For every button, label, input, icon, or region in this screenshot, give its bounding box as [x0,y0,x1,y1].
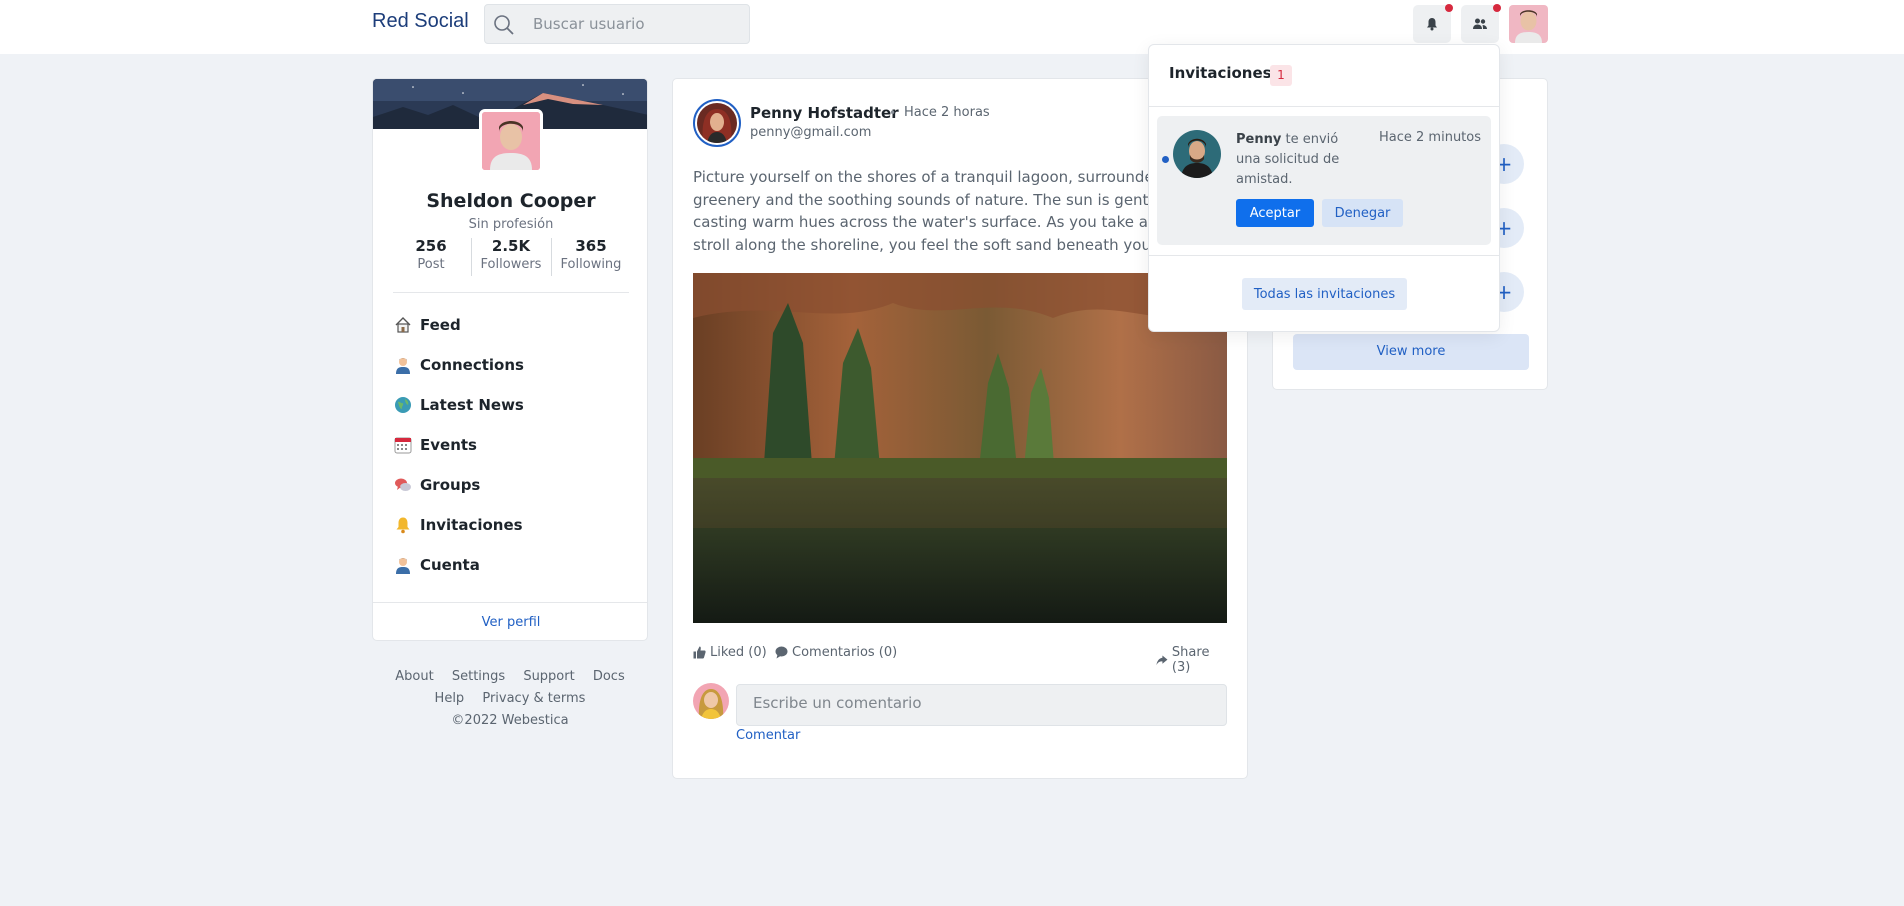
sidebar-item-connections[interactable]: Connections [393,345,629,385]
stat-label: Followers [480,257,542,272]
user-avatar-button[interactable] [1509,5,1548,43]
comment-icon [775,646,788,659]
sidebar-item-events[interactable]: Events [393,425,629,465]
all-invitations-button[interactable]: Todas las invitaciones [1242,278,1407,310]
stat-following: 365 Following [551,234,631,276]
stat-label: Following [560,257,622,272]
stat-value: 2.5K [491,237,531,255]
invitations-dropdown: Invitaciones 1 Penny te envió una solici… [1148,44,1500,332]
footer-link-help[interactable]: Help [435,691,465,706]
friend-requests-dot [1493,4,1501,12]
chat-bubbles-icon [393,475,413,495]
post-actions: Liked (0) Comentarios (0) Share (3) [693,645,1227,675]
view-more-button[interactable]: View more [1293,334,1529,370]
sidebar-item-label: Latest News [420,396,524,414]
share-arrow-icon [1156,654,1168,665]
search-input[interactable] [533,5,743,43]
share-button[interactable]: Share (3) [1156,645,1227,675]
like-button[interactable]: Liked (0) [693,645,767,660]
stat-followers: 2.5K Followers [471,234,551,276]
search-box[interactable] [484,4,750,44]
invitations-count-badge: 1 [1270,65,1292,86]
divider [1149,255,1499,256]
home-icon [393,315,413,335]
avatar [693,683,729,719]
comment-input[interactable] [736,684,1227,726]
accept-button[interactable]: Aceptar [1236,199,1314,227]
divider [1149,106,1499,107]
invitation-avatar[interactable] [1173,130,1221,178]
profile-name: Sheldon Cooper [426,190,596,212]
post-author-avatar[interactable] [693,99,741,147]
footer-link-privacy[interactable]: Privacy & terms [482,691,585,706]
stat-posts: 256 Post [391,234,471,276]
invitation-message: Penny te envió una solicitud de amistad. [1236,130,1366,190]
post-author-email: penny@gmail.com [750,125,872,140]
brand-logo[interactable]: Red Social [372,10,469,33]
thumbs-up-icon [693,646,706,659]
sidebar-item-label: Connections [420,356,524,374]
post-author-name[interactable]: Penny Hofstadter [750,104,899,122]
stat-label: Post [417,257,445,272]
deny-button[interactable]: Denegar [1322,199,1403,227]
separator-dot: • [889,106,897,120]
bell-icon [1427,18,1437,31]
like-label: Liked (0) [710,645,767,660]
avatar [1509,5,1548,43]
profile-avatar[interactable] [479,109,543,173]
sidebar-item-cuenta[interactable]: Cuenta [393,545,629,585]
comment-submit-link[interactable]: Comentar [736,728,800,743]
divider [393,292,629,293]
profile-stats: 256 Post 2.5K Followers 365 Following [391,234,631,276]
bell-icon [393,515,413,535]
view-profile-link[interactable]: Ver perfil [373,602,647,640]
footer-links: About Settings Support Docs Help Privacy… [372,666,648,732]
person-icon [393,355,413,375]
stat-value: 365 [575,237,607,255]
notification-dot [1445,4,1453,12]
sidebar-item-label: Events [420,436,477,454]
globe-icon [393,395,413,415]
avatar [697,103,737,143]
invitation-sender[interactable]: Penny [1236,132,1281,147]
avatar [482,112,540,170]
sidebar-item-invitaciones[interactable]: Invitaciones [393,505,629,545]
dropdown-title: Invitaciones [1169,64,1272,82]
sidebar-item-groups[interactable]: Groups [393,465,629,505]
footer-link-about[interactable]: About [395,669,433,684]
profile-card: Sheldon Cooper Sin profesión 256 Post 2.… [372,78,648,641]
profile-profession: Sin profesión [468,217,554,232]
person-icon [393,555,413,575]
commenter-avatar [693,683,729,719]
sidebar-item-label: Groups [420,476,481,494]
share-label: Share (3) [1171,645,1210,675]
sidebar-item-label: Feed [420,316,461,334]
sidebar-item-latest-news[interactable]: Latest News [393,385,629,425]
footer-link-docs[interactable]: Docs [593,669,625,684]
copyright: ©2022 Webestica [451,713,569,728]
sidebar-item-label: Cuenta [420,556,480,574]
sidebar-item-feed[interactable]: Feed [393,305,629,345]
avatar [1173,130,1221,178]
search-icon [494,15,514,35]
people-icon [1473,18,1487,29]
post-time: Hace 2 horas [904,105,990,120]
stat-value: 256 [415,237,447,255]
sidebar-item-label: Invitaciones [420,516,523,534]
notifications-button[interactable] [1413,4,1453,43]
footer-link-settings[interactable]: Settings [452,669,505,684]
comments-button[interactable]: Comentarios (0) [775,645,897,660]
comments-label: Comentarios (0) [792,645,898,660]
calendar-icon [393,435,413,455]
invitation-item: Penny te envió una solicitud de amistad.… [1157,116,1491,245]
invitation-time: Hace 2 minutos [1379,130,1482,145]
post-image [693,273,1227,623]
unread-dot [1162,156,1169,163]
friend-requests-button[interactable] [1461,4,1501,43]
top-navbar: Red Social [0,0,1904,54]
footer-link-support[interactable]: Support [523,669,574,684]
sidebar-menu: Feed Connections Latest News Events Grou… [393,305,629,585]
